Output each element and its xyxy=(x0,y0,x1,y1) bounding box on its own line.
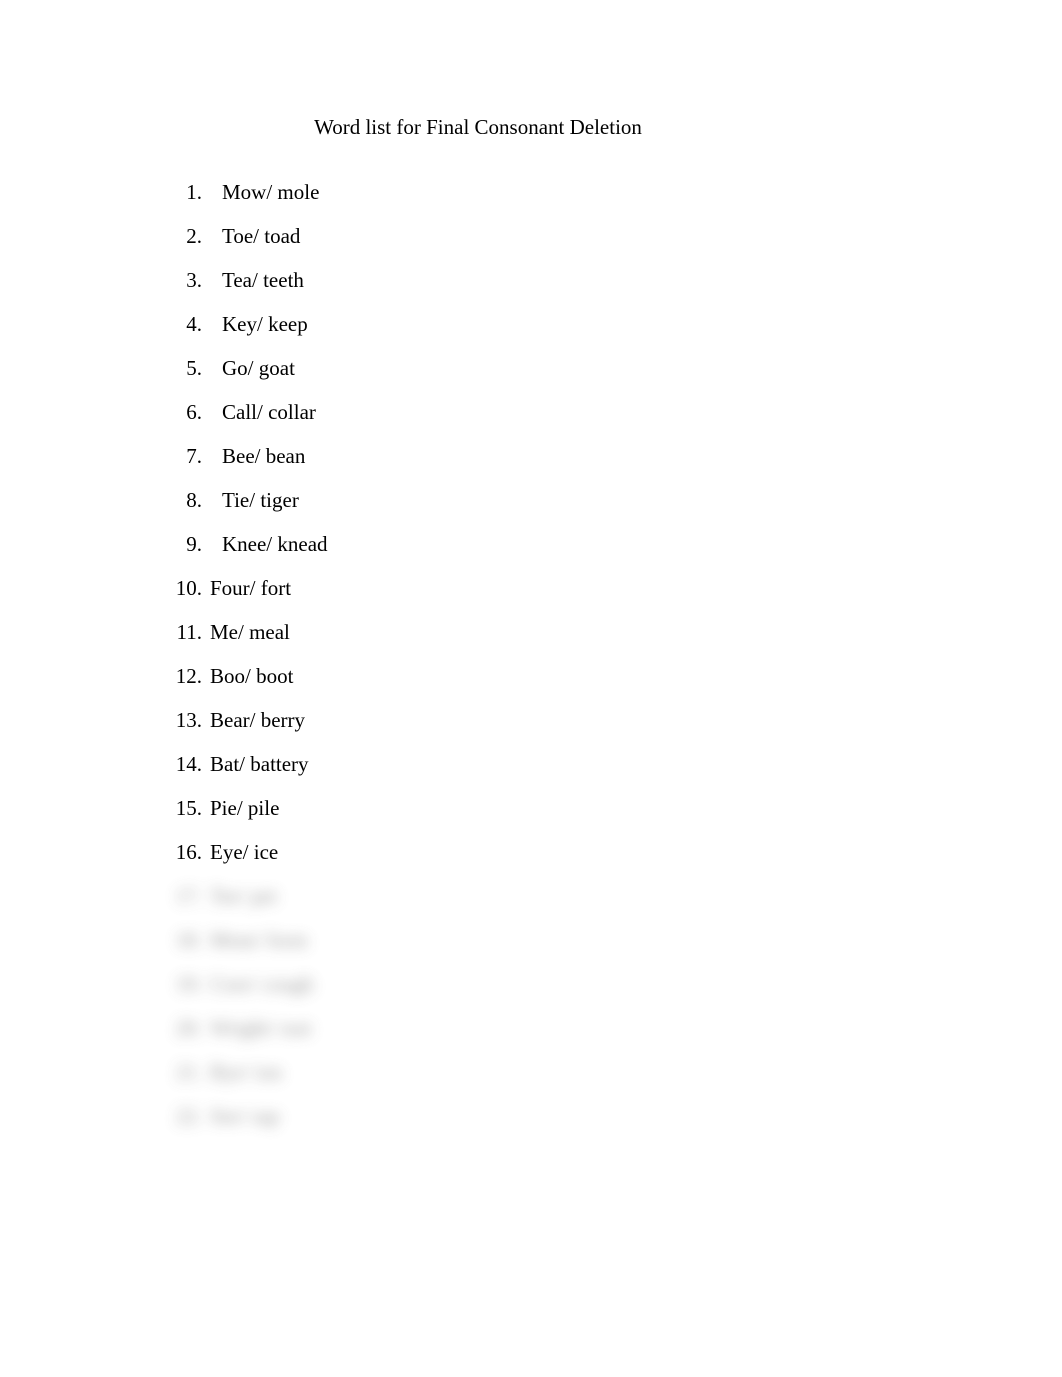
list-item: 4. Key/ keep xyxy=(168,314,962,335)
list-item-pad xyxy=(202,1062,210,1083)
list-item-text: Me/ meal xyxy=(210,622,290,643)
list-item: 17. Tee/ pet xyxy=(168,886,962,907)
word-list: 1. Mow/ mole 2. Toe/ toad 3. Tea/ teeth 4. Key/… xyxy=(168,182,962,1127)
list-item-text: Go/ goat xyxy=(222,358,295,379)
list-item: 6. Call/ collar xyxy=(168,402,962,423)
list-item-number: 3. xyxy=(168,270,202,291)
list-item-text: Tie/ tiger xyxy=(222,490,299,511)
list-item-number: 15. xyxy=(168,798,202,819)
list-item-pad xyxy=(202,314,222,335)
list-item-text: Tee/ pet xyxy=(210,886,277,907)
list-item-pad xyxy=(202,490,222,511)
list-item-number: 20. xyxy=(168,1018,202,1039)
list-item: 9. Knee/ knead xyxy=(168,534,962,555)
list-item: 22. See/ sap xyxy=(168,1106,962,1127)
list-item-text: Tea/ teeth xyxy=(222,270,304,291)
list-item-number: 22. xyxy=(168,1106,202,1127)
list-item-number: 16. xyxy=(168,842,202,863)
list-item: 7. Bee/ bean xyxy=(168,446,962,467)
list-item-number: 4. xyxy=(168,314,202,335)
list-item-pad xyxy=(202,402,222,423)
list-item-text: Key/ keep xyxy=(222,314,308,335)
list-item-number: 2. xyxy=(168,226,202,247)
list-item-text: Wright/ rust xyxy=(210,1018,311,1039)
list-item-number: 13. xyxy=(168,710,202,731)
list-item-pad xyxy=(202,578,210,599)
list-item: 18. Mom/ form xyxy=(168,930,962,951)
list-item: 16. Eye/ ice xyxy=(168,842,962,863)
list-item-text: Bat/ battery xyxy=(210,754,309,775)
list-item: 5. Go/ goat xyxy=(168,358,962,379)
list-item-number: 12. xyxy=(168,666,202,687)
list-item: 12. Boo/ boot xyxy=(168,666,962,687)
list-item-text: Mow/ mole xyxy=(222,182,319,203)
list-item-number: 18. xyxy=(168,930,202,951)
list-item: 10. Four/ fort xyxy=(168,578,962,599)
list-item-pad xyxy=(202,798,210,819)
list-item-text: Boo/ boot xyxy=(210,666,293,687)
list-item-text: Toe/ toad xyxy=(222,226,300,247)
list-item-number: 21. xyxy=(168,1062,202,1083)
list-item-pad xyxy=(202,710,210,731)
list-item-text: Bee/ bean xyxy=(222,446,305,467)
list-item: 11. Me/ meal xyxy=(168,622,962,643)
list-item: 8. Tie/ tiger xyxy=(168,490,962,511)
list-item-pad xyxy=(202,622,210,643)
list-item-number: 10. xyxy=(168,578,202,599)
list-item-number: 8. xyxy=(168,490,202,511)
list-item-number: 9. xyxy=(168,534,202,555)
list-item-pad xyxy=(202,754,210,775)
list-item-text: Bear/ berry xyxy=(210,710,305,731)
list-item-number: 1. xyxy=(168,182,202,203)
list-item: 19. Core/ cough xyxy=(168,974,962,995)
list-item: 1. Mow/ mole xyxy=(168,182,962,203)
list-item-number: 19. xyxy=(168,974,202,995)
list-item-number: 6. xyxy=(168,402,202,423)
list-item-pad xyxy=(202,534,222,555)
list-item: 20. Wright/ rust xyxy=(168,1018,962,1039)
list-item-number: 5. xyxy=(168,358,202,379)
list-item: 2. Toe/ toad xyxy=(168,226,962,247)
list-item: 21. Bye/ ion xyxy=(168,1062,962,1083)
list-item-pad xyxy=(202,886,210,907)
list-item-text: Core/ cough xyxy=(210,974,313,995)
list-item-pad xyxy=(202,974,210,995)
list-item-number: 17. xyxy=(168,886,202,907)
list-item-pad xyxy=(202,1106,210,1127)
list-item-pad xyxy=(202,446,222,467)
list-item-pad xyxy=(202,666,210,687)
list-item-pad xyxy=(202,358,222,379)
list-item-text: Knee/ knead xyxy=(222,534,328,555)
list-item-text: Mom/ form xyxy=(210,930,307,951)
list-item-pad xyxy=(202,930,210,951)
list-item: 14. Bat/ battery xyxy=(168,754,962,775)
list-item-pad xyxy=(202,1018,210,1039)
list-item-number: 14. xyxy=(168,754,202,775)
list-item-text: Call/ collar xyxy=(222,402,316,423)
list-item-text: See/ sap xyxy=(210,1106,279,1127)
list-item-text: Eye/ ice xyxy=(210,842,278,863)
list-item-text: Four/ fort xyxy=(210,578,291,599)
list-item: 15. Pie/ pile xyxy=(168,798,962,819)
list-item-text: Bye/ ion xyxy=(210,1062,282,1083)
list-item-pad xyxy=(202,842,210,863)
list-item-number: 11. xyxy=(168,622,202,643)
list-item-pad xyxy=(202,270,222,291)
list-item: 3. Tea/ teeth xyxy=(168,270,962,291)
page-title: Word list for Final Consonant Deletion xyxy=(168,115,788,140)
list-item-pad xyxy=(202,182,222,203)
list-item: 13. Bear/ berry xyxy=(168,710,962,731)
list-item-text: Pie/ pile xyxy=(210,798,279,819)
list-item-number: 7. xyxy=(168,446,202,467)
list-item-pad xyxy=(202,226,222,247)
